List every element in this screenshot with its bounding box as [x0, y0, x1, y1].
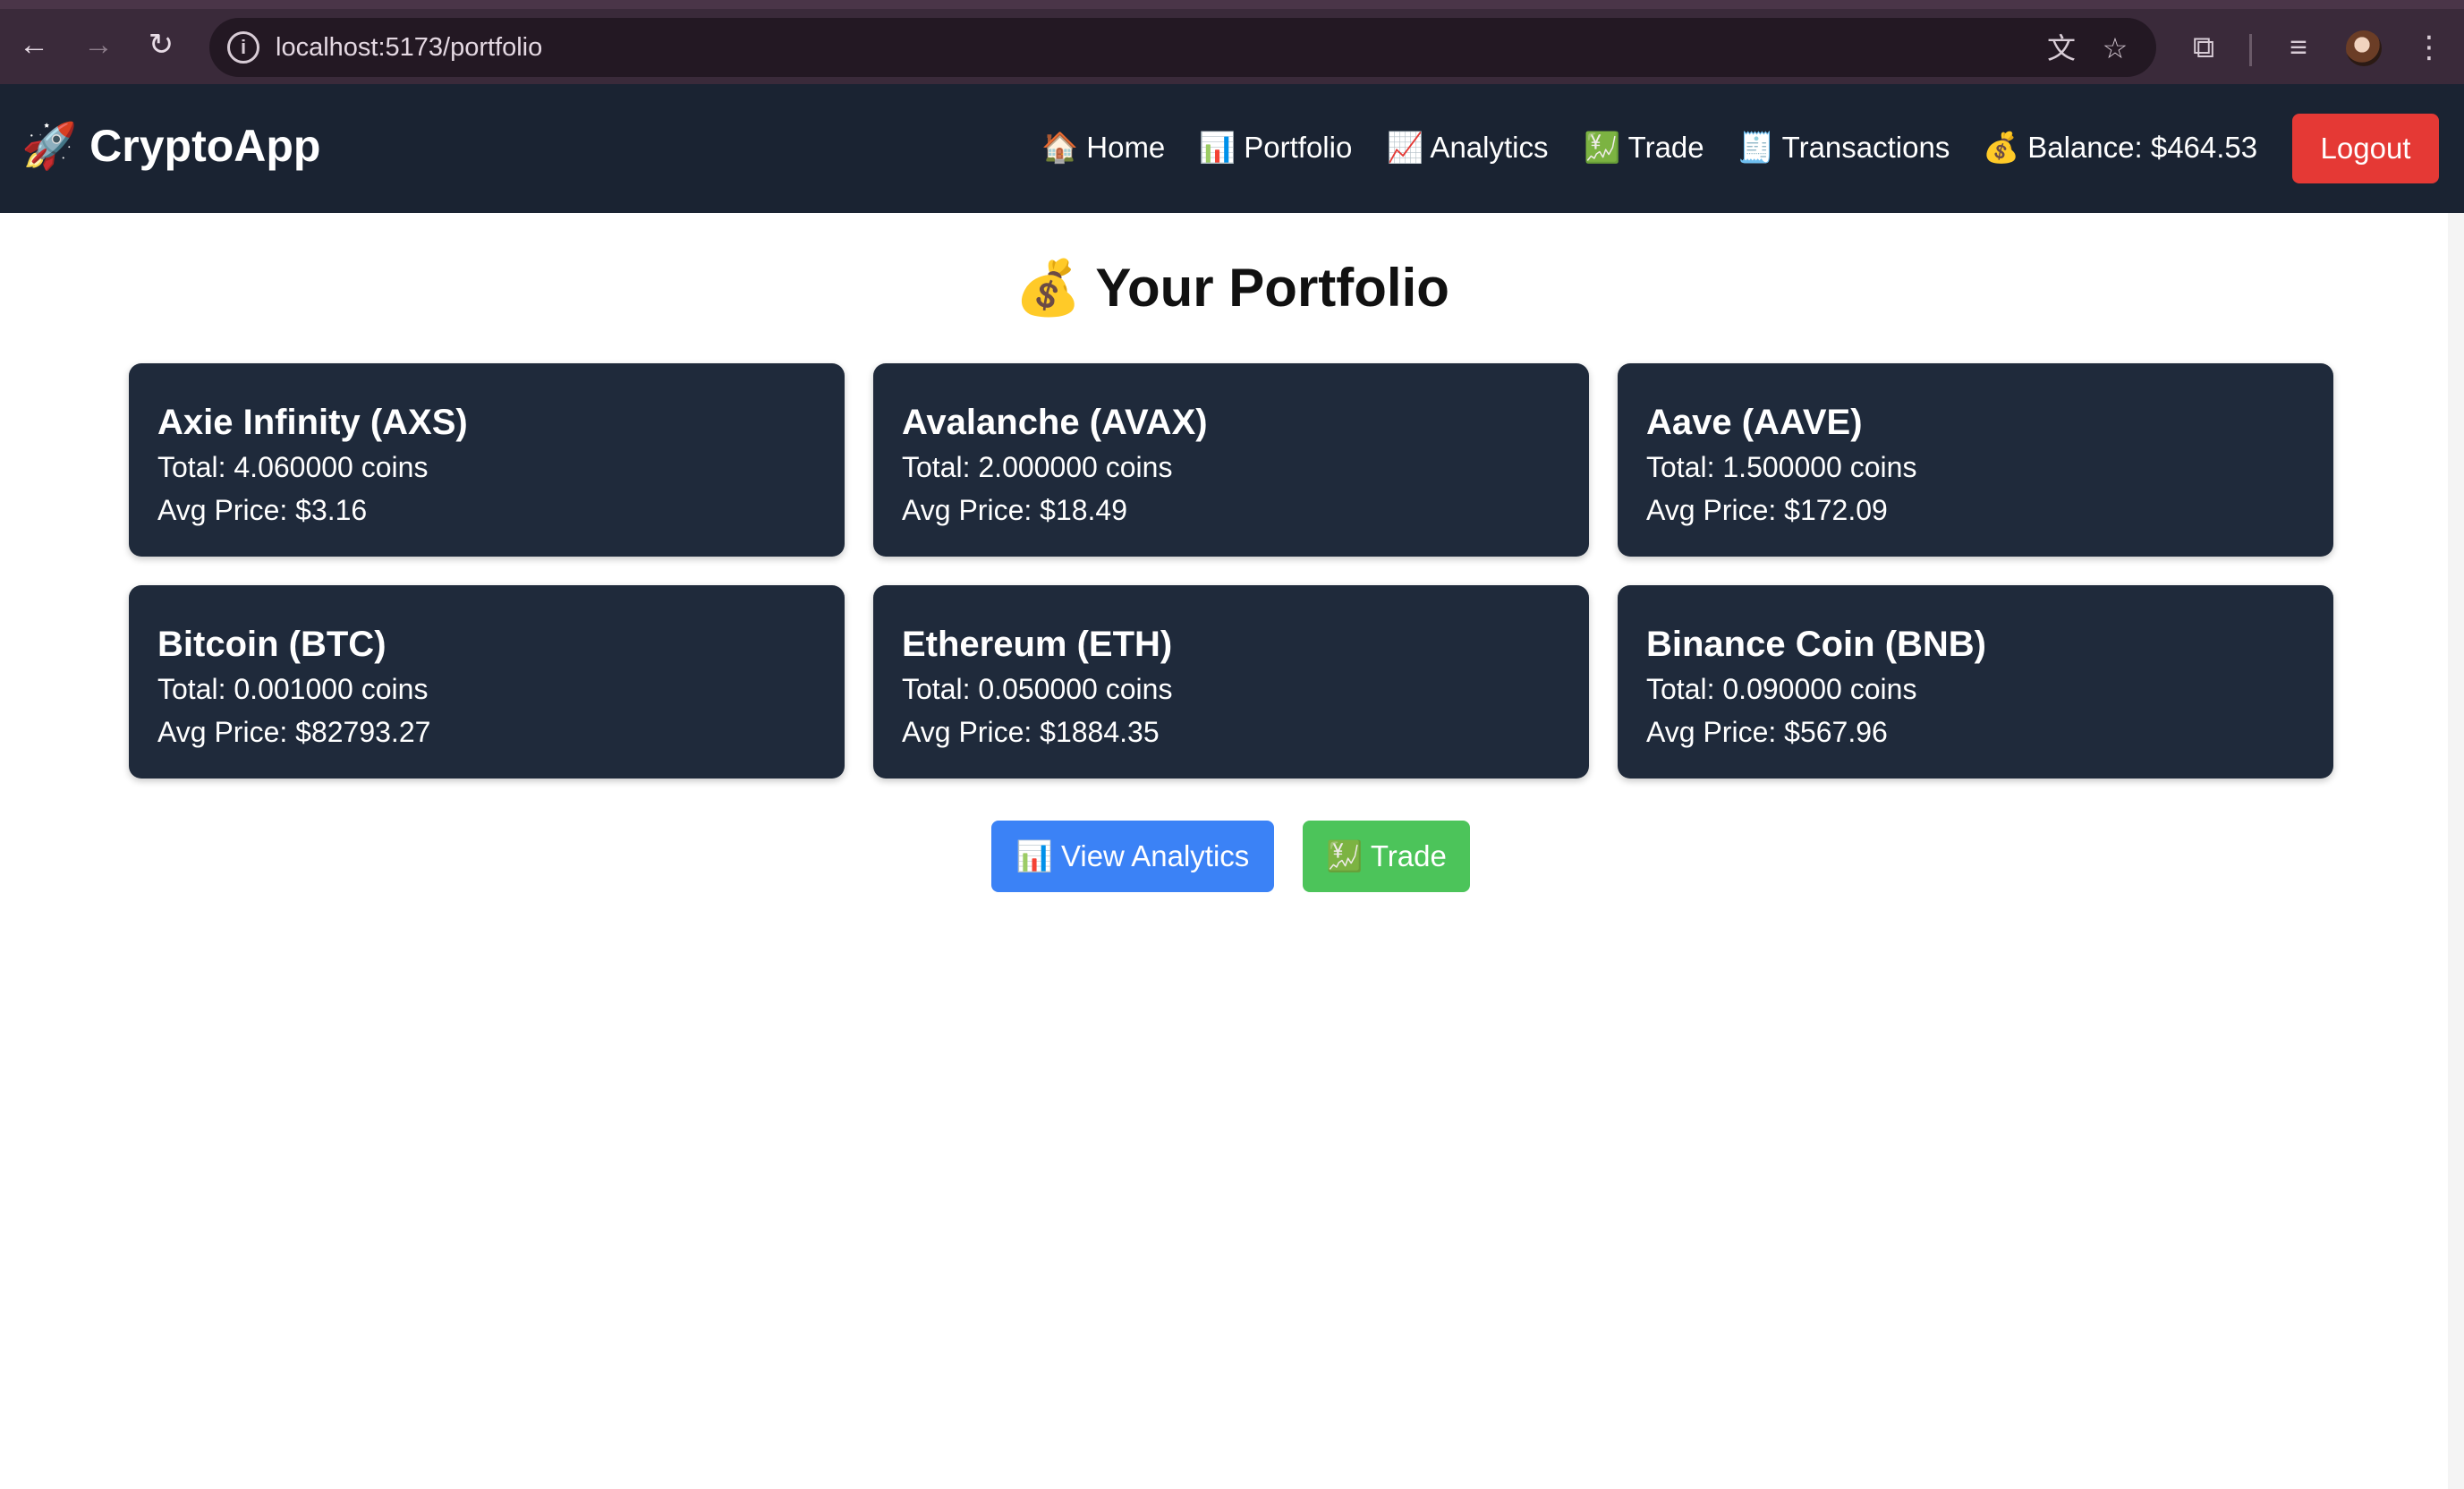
holding-card: Binance Coin (BNB) Total: 0.090000 coins…: [1618, 585, 2333, 779]
coin-avg-price: Avg Price: $18.49: [902, 494, 1128, 526]
holding-card: Avalanche (AVAX) Total: 2.000000 coins A…: [873, 363, 1589, 557]
coin-total: Total: 0.001000 coins: [157, 673, 429, 705]
coin-total: Total: 2.000000 coins: [902, 451, 1173, 483]
site-info-icon[interactable]: i: [227, 31, 259, 64]
media-control-icon[interactable]: ≡: [2278, 27, 2319, 68]
page-scrollbar[interactable]: [2448, 213, 2464, 1489]
coin-avg-price: Avg Price: $567.96: [1646, 716, 1888, 748]
coin-name: Ethereum (ETH): [902, 625, 1173, 664]
holding-card: Bitcoin (BTC) Total: 0.001000 coins Avg …: [129, 585, 845, 779]
forward-icon[interactable]: →: [75, 21, 122, 68]
nav-transactions[interactable]: 🧾 Transactions: [1738, 131, 1950, 166]
back-icon[interactable]: ←: [11, 21, 57, 68]
coin-name: Avalanche (AVAX): [902, 403, 1208, 442]
trade-button[interactable]: 💹 Trade: [1303, 821, 1470, 892]
translate-icon[interactable]: 文: [2043, 30, 2079, 66]
nav-home[interactable]: 🏠 Home: [1041, 131, 1165, 166]
coin-name: Bitcoin (BTC): [157, 625, 387, 664]
app-navbar: 🚀 CryptoApp 🏠 Home 📊 Portfolio 📈 Analyti…: [0, 84, 2464, 213]
logout-button[interactable]: Logout: [2292, 114, 2439, 183]
coin-name: Axie Infinity (AXS): [157, 403, 468, 442]
bookmark-star-icon[interactable]: ☆: [2097, 30, 2133, 66]
holding-card: Ethereum (ETH) Total: 0.050000 coins Avg…: [873, 585, 1589, 779]
coin-avg-price: Avg Price: $82793.27: [157, 716, 431, 748]
coin-avg-price: Avg Price: $172.09: [1646, 494, 1888, 526]
reload-icon[interactable]: ↻: [138, 21, 184, 68]
url-text[interactable]: localhost:5173/portfolio: [276, 33, 542, 63]
toolbar-divider: [2249, 34, 2252, 66]
coin-avg-price: Avg Price: $3.16: [157, 494, 368, 526]
coin-name: Aave (AAVE): [1646, 403, 1863, 442]
coin-name: Binance Coin (BNB): [1646, 625, 1986, 664]
extensions-icon[interactable]: ⧉: [2183, 27, 2224, 68]
balance-display: 💰 Balance: $464.53: [1983, 131, 2258, 164]
coin-total: Total: 1.500000 coins: [1646, 451, 1917, 483]
holding-card: Aave (AAVE) Total: 1.500000 coins Avg Pr…: [1618, 363, 2333, 557]
address-bar[interactable]: i localhost:5173/portfolio 文 ☆: [209, 18, 2156, 77]
browser-toolbar: ← → ↻ i localhost:5173/portfolio 文 ☆ ⧉ ≡…: [0, 0, 2464, 84]
brand-logo[interactable]: 🚀 CryptoApp: [21, 120, 320, 173]
nav-analytics[interactable]: 📈 Analytics: [1387, 131, 1549, 166]
coin-total: Total: 0.050000 coins: [902, 673, 1173, 705]
coin-total: Total: 4.060000 coins: [157, 451, 429, 483]
holding-card: Axie Infinity (AXS) Total: 4.060000 coin…: [129, 363, 845, 557]
browser-menu-icon[interactable]: ⋮: [2409, 27, 2450, 68]
view-analytics-button[interactable]: 📊 View Analytics: [991, 821, 1274, 892]
nav-trade[interactable]: 💹 Trade: [1584, 131, 1704, 166]
coin-avg-price: Avg Price: $1884.35: [902, 716, 1160, 748]
profile-avatar[interactable]: [2346, 30, 2382, 66]
page-title: 💰 Your Portfolio: [1015, 258, 1449, 318]
nav-portfolio[interactable]: 📊 Portfolio: [1199, 131, 1352, 166]
coin-total: Total: 0.090000 coins: [1646, 673, 1917, 705]
